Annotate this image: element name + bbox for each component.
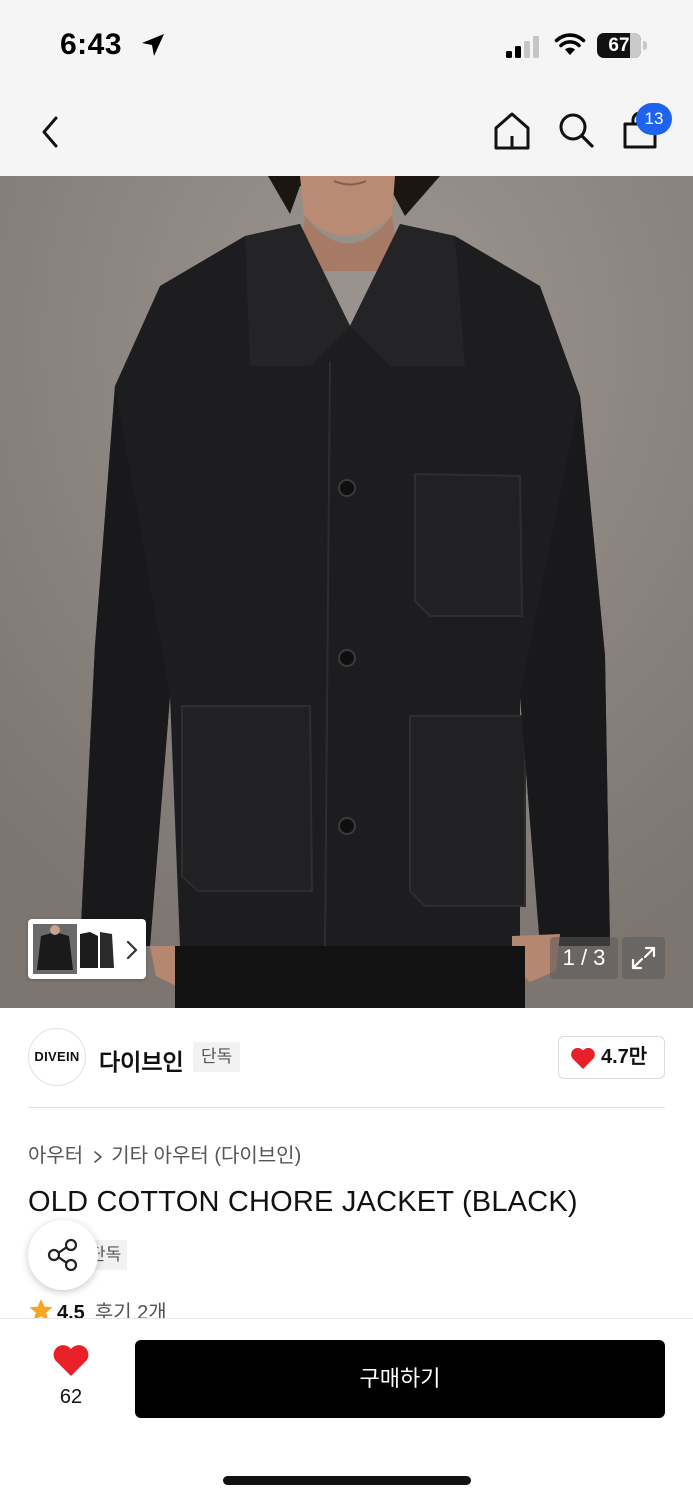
status-bar: 6:43 67 [0, 0, 693, 90]
share-icon [47, 1238, 78, 1272]
status-time: 6:43 [60, 28, 123, 61]
breadcrumb: 아우터 기타 아우터 (다이브인) [28, 1139, 301, 1168]
brand-like-count: 4.7만 [601, 1046, 648, 1068]
brand-logo[interactable]: DIVEIN [28, 1028, 86, 1086]
rating-value: 4.5 [57, 1302, 85, 1318]
product-title: OLD COTTON CHORE JACKET (BLACK) [28, 1186, 578, 1218]
wifi-icon [554, 33, 586, 55]
chevron-right-icon[interactable] [124, 938, 140, 962]
divider [28, 1107, 665, 1108]
expand-icon [631, 946, 656, 970]
heart-icon [571, 1047, 595, 1069]
location-arrow-icon [142, 34, 164, 56]
breadcrumb-item[interactable]: 아우터 [28, 1145, 83, 1167]
image-counter: 1 / 3 [550, 937, 618, 979]
app-header [0, 90, 693, 176]
chevron-right-icon [94, 1150, 103, 1163]
review-count[interactable]: 후기 2개 [95, 1302, 167, 1318]
signal-icon [506, 36, 539, 58]
brand-like-button[interactable]: 4.7만 [558, 1036, 665, 1079]
wish-count: 62 [59, 1386, 83, 1408]
breadcrumb-item[interactable]: 기타 아우터 (다이브인) [111, 1145, 301, 1167]
thumbnail-image[interactable] [78, 924, 118, 974]
expand-button[interactable] [622, 937, 665, 979]
product-image[interactable] [0, 176, 693, 1008]
brand-exclusive-tag: 단독 [193, 1042, 241, 1072]
star-icon [29, 1299, 53, 1318]
battery-level: 67 [608, 35, 630, 56]
home-icon[interactable] [492, 110, 532, 152]
jacket-photo [0, 176, 693, 1008]
cart-count-badge: 13 [636, 103, 672, 135]
home-indicator[interactable] [223, 1476, 471, 1485]
thumbnail-image[interactable] [33, 924, 77, 974]
heart-icon[interactable] [52, 1344, 90, 1378]
battery-icon: 67 [597, 33, 647, 58]
share-button[interactable] [28, 1220, 98, 1290]
search-icon[interactable] [556, 110, 596, 150]
rating-row[interactable]: 4.5 후기 2개 [28, 1296, 167, 1318]
back-icon[interactable] [36, 112, 66, 152]
buy-button[interactable]: 구매하기 [135, 1340, 665, 1418]
brand-name[interactable]: 다이브인 [99, 1043, 184, 1077]
